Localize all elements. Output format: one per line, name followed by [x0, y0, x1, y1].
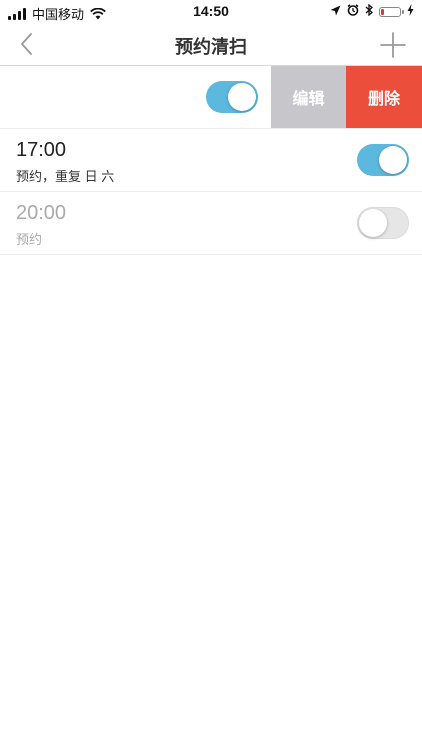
- schedule-time: 20:00: [16, 202, 67, 224]
- bluetooth-icon: [365, 3, 373, 19]
- schedule-row[interactable]: 20:00 预约: [0, 192, 422, 255]
- toggle-knob: [228, 83, 256, 111]
- schedule-toggle[interactable]: [357, 144, 409, 176]
- schedule-toggle[interactable]: [206, 81, 258, 113]
- alarm-clock-icon: [347, 4, 359, 19]
- status-bar: 中国移动 14:50: [0, 0, 422, 22]
- delete-button[interactable]: 删除: [346, 66, 422, 128]
- schedule-description: 预约: [16, 232, 43, 247]
- battery-level: [381, 8, 384, 15]
- battery-icon: [379, 6, 404, 17]
- swiped-row-content[interactable]: [0, 66, 271, 128]
- page-title: 预约清扫: [175, 37, 247, 57]
- schedule-time: 17:00: [16, 139, 67, 161]
- location-arrow-icon: [330, 4, 341, 19]
- toggle-knob: [379, 146, 407, 174]
- edit-button[interactable]: 编辑: [271, 66, 346, 128]
- toggle-knob: [359, 209, 387, 237]
- add-schedule-button[interactable]: [378, 30, 408, 60]
- schedule-row[interactable]: 17:00 预约，重复 日 六: [0, 129, 422, 192]
- plus-icon: [380, 32, 406, 58]
- schedule-toggle[interactable]: [357, 207, 409, 239]
- nav-bar: 预约清扫: [0, 22, 422, 66]
- schedule-row-swiped: 编辑 删除: [0, 66, 422, 129]
- charging-bolt-icon: [407, 4, 414, 19]
- schedule-description: 预约，重复 日 六: [16, 169, 115, 184]
- status-right: [330, 3, 414, 19]
